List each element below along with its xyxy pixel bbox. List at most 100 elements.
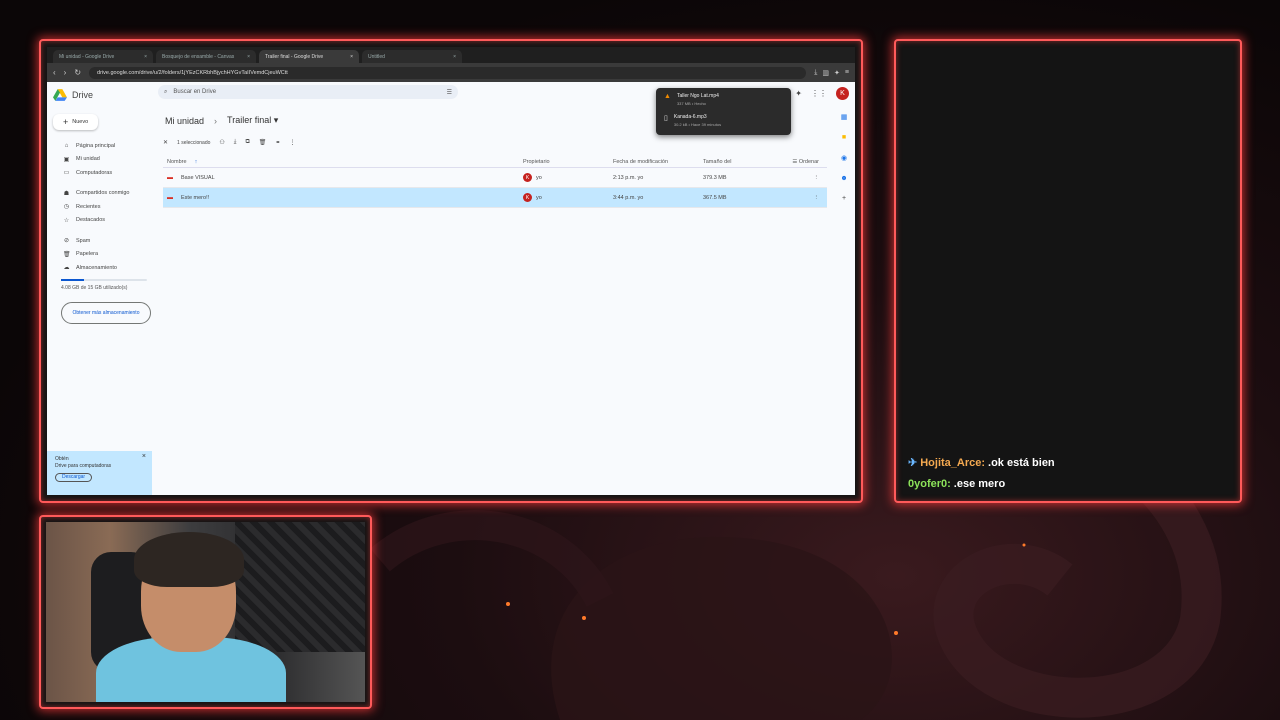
plus-icon: + [63, 117, 69, 127]
nav-item-my-drive[interactable]: ▣ Mi unidad [53, 153, 155, 167]
size-text: 379.3 MB [703, 174, 727, 181]
modified-text: 3:44 p.m. yo [613, 194, 644, 201]
search-icon: ⌕ [164, 88, 168, 95]
close-icon[interactable]: × [144, 54, 147, 60]
nav-item-spam[interactable]: ⊘ Spam [53, 234, 155, 248]
nav-item-storage[interactable]: ☁ Almacenamiento [53, 261, 155, 275]
shared-icon: ☗ [63, 190, 70, 197]
close-icon[interactable]: ✕ [163, 139, 168, 146]
file-name: Base VISUAL [181, 174, 215, 181]
chat-message: ✈ Hojita_Arce: .ok está bien [908, 453, 1055, 474]
chat-text: .ok está bien [988, 457, 1055, 469]
close-icon[interactable]: × [142, 453, 146, 460]
search-input[interactable]: ⌕ Buscar en Drive ☰ [158, 85, 458, 99]
get-more-storage-button[interactable]: Obtener más almacenamiento [61, 301, 151, 324]
browser-tab[interactable]: Mi unidad - Google Drive × [53, 50, 153, 63]
link-icon[interactable]: ⚭ [275, 139, 280, 146]
tab-label: Mi unidad - Google Drive [59, 53, 115, 60]
promo-text: Drive para computadoras [55, 463, 112, 469]
apps-grid-icon[interactable]: ⋮⋮ [811, 89, 827, 98]
close-icon[interactable]: × [350, 54, 353, 60]
browser-tab-active[interactable]: Trailer final - Google Drive × [259, 50, 359, 63]
trash-icon[interactable]: 🗑 [259, 139, 267, 146]
vlc-file-icon: ▲ [664, 93, 671, 100]
nav-item-home[interactable]: ⌂ Página principal [53, 139, 155, 153]
sort-button[interactable]: ☰ Ordenar [778, 159, 827, 165]
menu-icon[interactable]: ≡ [845, 69, 849, 77]
nav-item-trash[interactable]: 🗑 Papelera [53, 248, 155, 262]
more-icon[interactable]: ⋮ [289, 139, 295, 146]
download-promo-button[interactable]: Descargar [55, 473, 93, 482]
gemini-icon[interactable]: ✦ [795, 89, 802, 98]
nav-item-recent[interactable]: ◷ Recientes [53, 200, 155, 214]
downloads-popup: ▲ Taller Ngo Lat.mp4 337 MB • Hecho ▯ Kan… [656, 88, 791, 135]
tab-label: Bosquejo de ensamble - Canvas [162, 53, 235, 60]
download-item[interactable]: ▲ Taller Ngo Lat.mp4 337 MB • Hecho [664, 93, 783, 114]
breadcrumb-current[interactable]: Trailer final ▾ [227, 115, 278, 126]
nav-label: Recientes [76, 203, 101, 210]
tab-label: Untitled [368, 53, 385, 60]
computer-icon: ▭ [63, 170, 70, 177]
side-panel-rail: ▦ ■ ◉ ☻ + [833, 110, 855, 495]
extensions-icon[interactable]: ✦ [834, 69, 840, 77]
browser-tab[interactable]: Bosquejo de ensamble - Canvas × [156, 50, 256, 63]
download-icon[interactable]: ⤓ [234, 139, 237, 146]
download-name: Kanada-6.mp3 [673, 114, 707, 120]
close-icon[interactable]: × [247, 54, 250, 60]
new-button[interactable]: + Nuevo [53, 114, 99, 130]
breadcrumb: Mi unidad › Trailer final ▾ [165, 115, 278, 126]
sidebar-icon[interactable]: ▥ [822, 69, 829, 77]
streamer-hair [134, 532, 244, 587]
selection-count: 1 seleccionado [177, 139, 211, 146]
tasks-icon[interactable]: ◉ [841, 154, 847, 162]
back-icon[interactable]: ‹ [53, 68, 56, 77]
chat-message: 0yofer0: .ese mero [908, 474, 1055, 495]
more-icon[interactable]: ⋮ [778, 175, 827, 181]
contacts-icon[interactable]: ☻ [840, 175, 847, 182]
download-icon[interactable]: ⤓ [814, 69, 817, 77]
forward-icon[interactable]: › [64, 68, 67, 77]
download-meta: 30.2 kB • Hace 39 minutos [673, 122, 722, 127]
download-name: Taller Ngo Lat.mp4 [676, 93, 719, 99]
url-field[interactable]: drive.google.com/drive/u/2/folders/1jYEz… [89, 66, 807, 79]
table-row-selected[interactable]: ▬ Este mero!! Kyo 3:44 p.m. yo 367.5 MB ⋮ [163, 188, 827, 208]
nav-label: Página principal [76, 142, 116, 149]
share-icon[interactable]: ⚇ [219, 139, 224, 146]
acoustic-foam [235, 522, 365, 652]
chat-log: ✈ Hojita_Arce: .ok está bien 0yofer0: .e… [908, 453, 1055, 495]
close-icon[interactable]: × [453, 54, 456, 60]
filter-icon[interactable]: ☰ [447, 89, 452, 96]
drive-logo-row[interactable]: Drive [53, 88, 155, 102]
col-size[interactable]: Tamaño del [703, 159, 778, 165]
nav-label: Papelera [76, 251, 99, 258]
col-name[interactable]: Nombre ↑ [163, 159, 523, 165]
keep-icon[interactable]: ■ [842, 134, 846, 141]
chevron-right-icon: › [214, 115, 218, 126]
reload-icon[interactable]: ↻ [74, 68, 81, 77]
nav-item-computers[interactable]: ▭ Computadoras [53, 166, 155, 180]
nav-item-starred[interactable]: ☆ Destacados [53, 214, 155, 228]
clock-icon: ◷ [63, 204, 70, 211]
calendar-icon[interactable]: ▦ [841, 113, 848, 121]
table-row[interactable]: ▬ Base VISUAL Kyo 2:13 p.m. yo 379.3 MB ⋮ [163, 168, 827, 188]
desktop-promo: × Obtén Drive para computadoras Descarga… [47, 451, 152, 495]
account-avatar[interactable]: K [836, 87, 849, 100]
storage-text: 4.08 GB de 15 GB utilizado(s) [61, 284, 128, 291]
more-icon[interactable]: ⋮ [778, 195, 827, 201]
search-placeholder: Buscar en Drive [173, 89, 217, 95]
browser-tab[interactable]: Untitled × [362, 50, 462, 63]
add-addon-icon[interactable]: + [842, 195, 846, 202]
col-modified[interactable]: Fecha de modificación [613, 159, 703, 165]
modified-text: 2:13 p.m. yo [613, 174, 644, 181]
col-owner[interactable]: Propietario [523, 159, 613, 165]
file-table: Nombre ↑ Propietario Fecha de modificació… [163, 156, 827, 208]
selection-toolbar: ✕ 1 seleccionado ⚇ ⤓ ⧉ 🗑 ⚭ ⋮ [163, 139, 295, 146]
move-icon[interactable]: ⧉ [245, 139, 249, 146]
download-item[interactable]: ▯ Kanada-6.mp3 30.2 kB • Hace 39 minutos [664, 114, 783, 135]
home-icon: ⌂ [64, 142, 69, 149]
nav-label: Compartidos conmigo [76, 190, 130, 197]
nav-item-shared[interactable]: ☗ Compartidos conmigo [53, 187, 155, 201]
col-name-label: Nombre [167, 158, 187, 165]
screen-capture-frame: Mi unidad - Google Drive × Bosquejo de en… [39, 39, 863, 503]
breadcrumb-parent[interactable]: Mi unidad [165, 116, 204, 126]
